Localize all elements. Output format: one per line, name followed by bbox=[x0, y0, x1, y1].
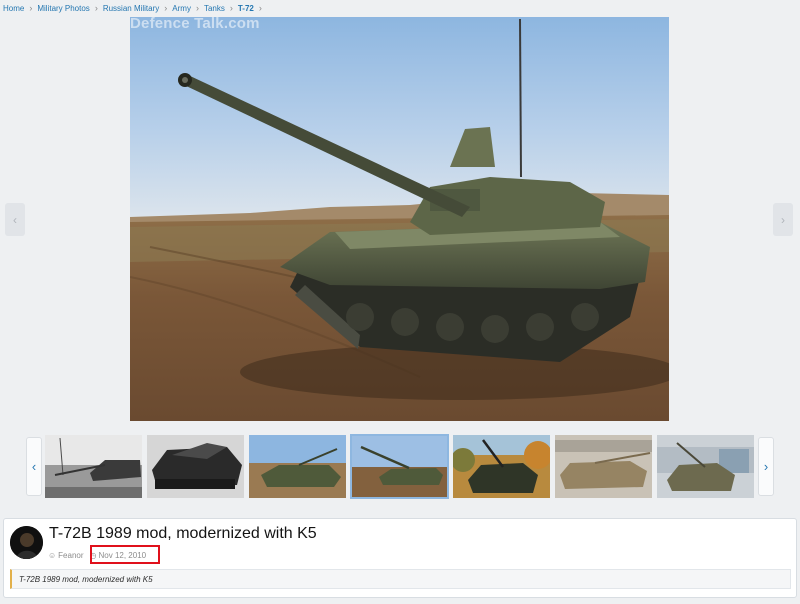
thumbnail[interactable] bbox=[249, 435, 346, 498]
chevron-right-icon: › bbox=[781, 212, 785, 227]
breadcrumb: Home › Military Photos › Russian Militar… bbox=[3, 2, 267, 14]
photo-watermark: Defence Talk.com bbox=[130, 15, 260, 32]
date-highlight-box bbox=[90, 545, 160, 564]
breadcrumb-tanks[interactable]: Tanks bbox=[204, 4, 225, 13]
next-photo-button[interactable]: › bbox=[773, 203, 793, 236]
chevron-right-icon: › bbox=[229, 3, 233, 13]
chevron-right-icon: › bbox=[258, 3, 262, 13]
breadcrumb-army[interactable]: Army bbox=[172, 4, 191, 13]
breadcrumb-home[interactable]: Home bbox=[3, 4, 24, 13]
chevron-right-icon: › bbox=[94, 3, 98, 13]
thumbnail[interactable] bbox=[45, 435, 142, 498]
thumbnail[interactable] bbox=[453, 435, 550, 498]
user-icon: ☺ bbox=[48, 550, 57, 560]
chevron-right-icon: › bbox=[763, 459, 769, 474]
thumbnail[interactable] bbox=[657, 435, 754, 498]
chevron-right-icon: › bbox=[195, 3, 199, 13]
thumbnail-strip bbox=[45, 434, 755, 499]
thumbnail-active[interactable] bbox=[350, 434, 449, 499]
chevron-right-icon: › bbox=[29, 3, 33, 13]
author-link[interactable]: Feanor bbox=[58, 551, 83, 560]
thumbnail[interactable] bbox=[555, 435, 652, 498]
media-title: T-72B 1989 mod, modernized with K5 bbox=[49, 525, 317, 542]
media-description: T-72B 1989 mod, modernized with K5 bbox=[10, 569, 791, 589]
main-photo[interactable] bbox=[130, 17, 669, 421]
media-info-panel: T-72B 1989 mod, modernized with K5 ☺ Fea… bbox=[3, 518, 797, 598]
chevron-left-icon: ‹ bbox=[13, 212, 17, 227]
chevron-left-icon: ‹ bbox=[31, 459, 37, 474]
chevron-right-icon: › bbox=[164, 3, 168, 13]
breadcrumb-military-photos[interactable]: Military Photos bbox=[37, 4, 89, 13]
breadcrumb-t72[interactable]: T-72 bbox=[238, 4, 254, 13]
previous-photo-button[interactable]: ‹ bbox=[5, 203, 25, 236]
avatar[interactable] bbox=[10, 526, 43, 559]
thumbnail-scroll-left-button[interactable]: ‹ bbox=[26, 437, 42, 496]
thumbnail[interactable] bbox=[147, 435, 244, 498]
thumbnail-scroll-right-button[interactable]: › bbox=[758, 437, 774, 496]
breadcrumb-russian-military[interactable]: Russian Military bbox=[103, 4, 159, 13]
